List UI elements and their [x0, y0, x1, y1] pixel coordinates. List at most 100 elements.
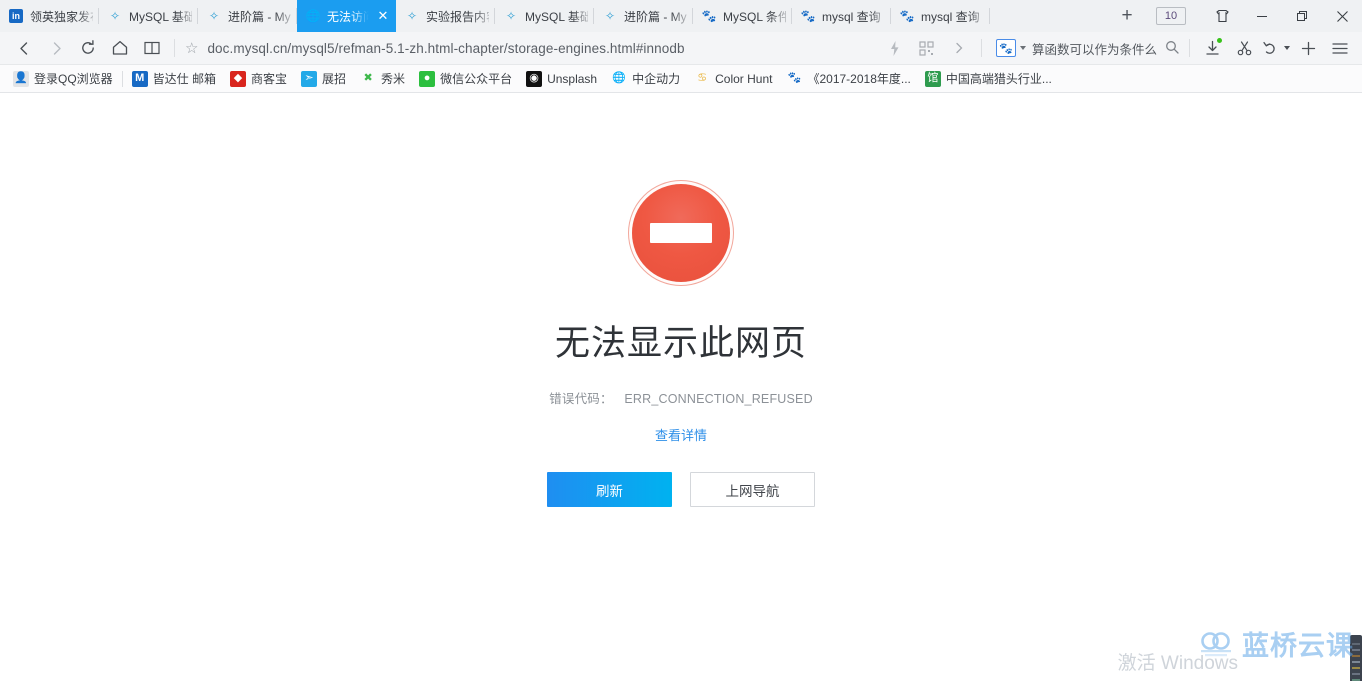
navigation-toolbar: ☆ doc.mysql.cn/mysql5/refman-5.1-zh.html…	[0, 32, 1362, 65]
bookmark-item-xiumi[interactable]: ✖ 秀米	[353, 68, 412, 90]
linkedin-icon: in	[8, 8, 24, 24]
error-actions: 刷新 上网导航	[0, 472, 1362, 507]
close-icon[interactable]: ✕	[376, 9, 390, 23]
browser-tab-3-active[interactable]: 🌐 无法访问 h ✕	[297, 0, 396, 32]
chevron-right-icon[interactable]	[943, 34, 975, 62]
bookmark-item-headhunting[interactable]: 馆 中国高端猎头行业...	[918, 68, 1059, 90]
user-avatar-icon: 👤	[13, 70, 29, 87]
bookmark-item-unsplash[interactable]: ◉ Unsplash	[519, 68, 604, 90]
back-icon[interactable]	[8, 34, 40, 62]
colorhunt-icon: ♋	[697, 72, 708, 84]
error-container: 无法显示此网页 错误代码： ERR_CONNECTION_REFUSED 查看详…	[0, 93, 1362, 507]
home-icon[interactable]	[104, 34, 136, 62]
bookmark-item-login[interactable]: 👤 登录QQ浏览器	[6, 68, 120, 90]
browser-tab-6[interactable]: ✧ 进阶篇 - My	[594, 0, 693, 32]
bookmark-label: 中企动力	[632, 72, 681, 86]
zhanzhao-icon: ➣	[301, 70, 318, 87]
lightning-icon[interactable]	[879, 34, 911, 62]
browser-tab-2[interactable]: ✧ 进阶篇 - My	[198, 0, 297, 32]
baidu-icon: 🐾	[787, 72, 802, 84]
page-title: 无法显示此网页	[554, 324, 807, 363]
bookmark-item-zhongqidongli[interactable]: 🌐 中企动力	[604, 68, 687, 90]
skin-icon[interactable]	[1202, 0, 1242, 32]
chevron-down-icon[interactable]	[1019, 46, 1026, 50]
bookmark-divider	[121, 70, 123, 87]
mail-icon: M	[131, 70, 148, 87]
page-content: 无法显示此网页 错误代码： ERR_CONNECTION_REFUSED 查看详…	[0, 93, 1362, 681]
tab-label: MySQL 基础	[129, 9, 192, 24]
view-details-link[interactable]: 查看详情	[655, 425, 707, 444]
shangkebao-icon: ◆	[230, 70, 247, 87]
maximize-icon[interactable]	[1282, 0, 1322, 32]
library-icon: 馆	[924, 70, 941, 87]
tab-label: 进阶篇 - My	[228, 9, 291, 24]
bookmark-item-colorhunt[interactable]: ♋ Color Hunt	[687, 68, 779, 90]
no-entry-icon	[632, 184, 730, 282]
toolbar-divider-2	[980, 39, 982, 57]
tab-label: mysql 查询	[921, 9, 980, 24]
url-text: doc.mysql.cn/mysql5/refman-5.1-zh.html-c…	[207, 40, 685, 56]
chevron-down-icon[interactable]	[1284, 46, 1290, 50]
bookmark-label: 中国高端猎头行业...	[945, 72, 1052, 86]
tab-label: 实验报告内容	[426, 9, 489, 24]
bookmark-item-wechat[interactable]: ● 微信公众平台	[412, 68, 519, 90]
baidu-icon[interactable]: 🐾	[995, 39, 1016, 57]
wechat-icon: ●	[419, 70, 436, 87]
address-bar[interactable]: ☆ doc.mysql.cn/mysql5/refman-5.1-zh.html…	[181, 34, 879, 62]
mysql-icon: ✧	[604, 9, 616, 23]
xiumi-icon: ✖	[363, 72, 373, 84]
minimize-icon[interactable]	[1242, 0, 1282, 32]
bookmark-item-mail[interactable]: M 皆达仕 邮箱	[125, 68, 223, 90]
new-tab-button[interactable]: +	[1108, 0, 1146, 32]
forward-icon[interactable]	[40, 34, 72, 62]
download-icon[interactable]	[1196, 34, 1228, 62]
browser-tab-1[interactable]: ✧ MySQL 基础	[99, 0, 198, 32]
browser-tab-7[interactable]: 🐾 MySQL 条件	[693, 0, 792, 32]
tab-counter-badge[interactable]: 10	[1156, 7, 1186, 25]
tab-strip: in 领英独家发布 ✧ MySQL 基础 ✧ 进阶篇 - My 🌐 无法访问 h…	[0, 0, 1362, 32]
lanqiao-watermark: 蓝桥云课	[1196, 624, 1354, 663]
bookmark-label: 微信公众平台	[440, 72, 513, 86]
globe-icon: 🌐	[612, 72, 626, 84]
search-input[interactable]: 算函数可以作为条件么	[1032, 39, 1157, 58]
plus-icon[interactable]	[1292, 34, 1324, 62]
mysql-icon: ✧	[505, 9, 517, 23]
bookmark-item-shangkebao[interactable]: ◆ 商客宝	[223, 68, 294, 90]
address-bar-actions: 🐾 算函数可以作为条件么	[879, 34, 1356, 62]
star-icon[interactable]: ☆	[185, 39, 198, 57]
toolbar-divider	[174, 39, 175, 57]
browser-tab-4[interactable]: ✧ 实验报告内容	[396, 0, 495, 32]
error-code-value: ERR_CONNECTION_REFUSED	[624, 392, 813, 406]
tab-label: 领英独家发布	[30, 9, 93, 24]
browser-tab-5[interactable]: ✧ MySQL 基础	[495, 0, 594, 32]
close-icon[interactable]	[1322, 0, 1362, 32]
browser-tab-8[interactable]: 🐾 mysql 查询	[792, 0, 891, 32]
scissors-icon[interactable]	[1228, 34, 1260, 62]
reload-icon[interactable]	[72, 34, 104, 62]
tab-strip-controls: + 10	[1108, 0, 1362, 32]
baidu-icon: 🐾	[701, 9, 717, 23]
mysql-icon: ✧	[406, 9, 418, 23]
no-entry-bar	[650, 223, 712, 243]
bookmark-label: 展招	[322, 72, 347, 86]
bookmark-label: Unsplash	[547, 71, 598, 86]
error-code-label: 错误代码：	[549, 392, 613, 406]
mysql-icon: ✧	[208, 9, 220, 23]
reader-mode-icon[interactable]	[136, 34, 168, 62]
qrcode-icon[interactable]	[911, 34, 943, 62]
browser-tab-0[interactable]: in 领英独家发布	[0, 0, 99, 32]
hamburger-menu-icon[interactable]	[1324, 34, 1356, 62]
globe-icon: 🌐	[305, 9, 321, 23]
navigation-site-button[interactable]: 上网导航	[690, 472, 815, 507]
refresh-button[interactable]: 刷新	[547, 472, 672, 507]
undo-icon[interactable]	[1260, 34, 1292, 62]
error-code-row: 错误代码： ERR_CONNECTION_REFUSED	[0, 388, 1362, 407]
toolbar-divider-3	[1189, 39, 1190, 57]
browser-tab-9[interactable]: 🐾 mysql 查询	[891, 0, 990, 32]
bookmark-item-zhanzhao[interactable]: ➣ 展招	[294, 68, 353, 90]
search-box[interactable]: 🐾 算函数可以作为条件么	[992, 35, 1183, 61]
search-icon[interactable]	[1165, 40, 1179, 57]
bookmark-item-report[interactable]: 🐾 《2017-2018年度...	[779, 68, 917, 90]
tab-label: mysql 查询	[822, 9, 881, 24]
mysql-icon: ✧	[109, 9, 121, 23]
